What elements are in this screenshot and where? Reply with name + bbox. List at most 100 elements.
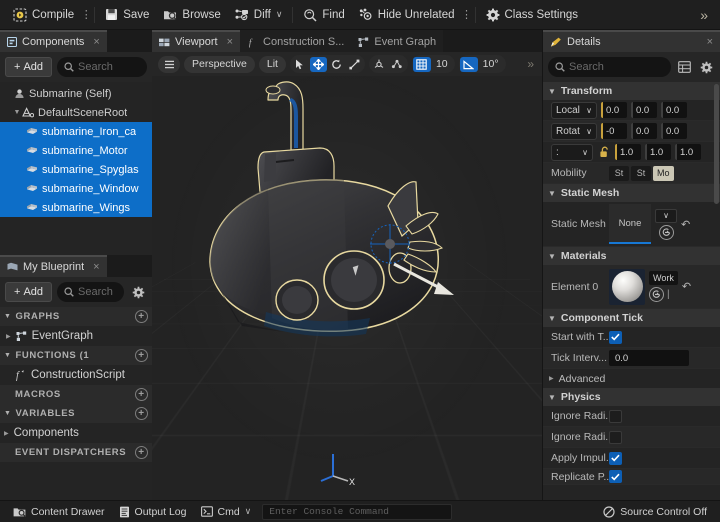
material-asset-name[interactable]: Work: [649, 271, 678, 285]
world-coords-tool-button[interactable]: [371, 57, 388, 72]
viewport-toolbar-overflow-button[interactable]: »: [527, 57, 536, 71]
blueprint-item-components[interactable]: ▶ Components: [0, 423, 152, 443]
section-functions[interactable]: ▼ FUNCTIONS (1 +: [0, 346, 152, 365]
details-scroll-area[interactable]: ▼ Transform Local ∨ 0.0 0.0 0.0: [543, 82, 720, 500]
move-tool-button[interactable]: [310, 57, 327, 72]
tab-details[interactable]: Details ×: [543, 30, 720, 52]
tree-item-submarine-spyglas[interactable]: submarine_Spyglas: [0, 160, 152, 179]
tree-item-submarine-self[interactable]: Submarine (Self): [0, 84, 152, 103]
section-static-mesh[interactable]: ▼ Static Mesh: [543, 184, 720, 202]
compile-options-button[interactable]: ⋮: [81, 3, 91, 27]
ignore-radial-impulse-checkbox[interactable]: [609, 431, 622, 444]
class-settings-button[interactable]: Class Settings: [479, 3, 586, 27]
material-sphere-thumbnail[interactable]: [609, 269, 645, 305]
find-button[interactable]: Find: [296, 3, 351, 27]
caret-right-icon[interactable]: ▶: [6, 333, 11, 340]
rotation-z-input[interactable]: 0.0: [661, 123, 687, 139]
view-mode-button[interactable]: Perspective: [184, 56, 255, 73]
tick-interval-input[interactable]: 0.0: [609, 350, 689, 366]
tab-viewport[interactable]: Viewport ×: [152, 30, 240, 52]
rotate-tool-button[interactable]: [328, 57, 345, 72]
compile-button[interactable]: Compile: [6, 3, 81, 27]
section-materials[interactable]: ▼ Materials: [543, 247, 720, 265]
viewport-3d[interactable]: X: [152, 76, 542, 500]
tree-item-defaultsceneroot[interactable]: ▼ DefaultSceneRoot: [0, 103, 152, 122]
rotation-y-input[interactable]: 0.0: [631, 123, 657, 139]
grid-snap-value[interactable]: 10: [431, 58, 454, 70]
apply-impulse-checkbox[interactable]: [609, 452, 622, 465]
unlock-icon[interactable]: [597, 145, 611, 159]
tab-my-blueprint[interactable]: My Blueprint ×: [0, 255, 107, 277]
angle-snap-control[interactable]: 10°: [459, 55, 506, 73]
static-mesh-asset-picker[interactable]: None: [609, 204, 651, 244]
section-variables[interactable]: ▼ VARIABLES +: [0, 404, 152, 423]
scale-x-input[interactable]: 1.0: [615, 144, 641, 160]
lit-mode-button[interactable]: Lit: [259, 56, 286, 73]
angle-snap-value[interactable]: 10°: [478, 58, 505, 70]
add-blueprint-item-button[interactable]: + Add: [5, 282, 52, 302]
static-mesh-reset-button[interactable]: ↶: [681, 218, 690, 231]
content-drawer-button[interactable]: Content Drawer: [6, 503, 112, 521]
browse-asset-icon[interactable]: [649, 287, 664, 302]
blueprint-item-eventgraph[interactable]: ▶ EventGraph: [0, 326, 152, 346]
tree-item-submarine-iron-ca[interactable]: submarine_Iron_ca: [0, 122, 152, 141]
start-with-tick-checkbox[interactable]: [609, 331, 622, 344]
tab-construction-script[interactable]: f Construction S...: [240, 30, 351, 52]
output-log-button[interactable]: Output Log: [112, 503, 194, 521]
column-settings-icon[interactable]: [675, 58, 693, 76]
section-macros[interactable]: MACROS +: [0, 385, 152, 404]
tab-event-graph[interactable]: Event Graph: [351, 30, 443, 52]
browse-button[interactable]: Browse: [156, 3, 227, 27]
scale-y-input[interactable]: 1.0: [645, 144, 671, 160]
mobility-stationary-button[interactable]: St: [631, 166, 651, 181]
view-options-icon[interactable]: [697, 58, 715, 76]
tab-components[interactable]: Components ×: [0, 30, 107, 52]
console-command-input[interactable]: Enter Console Command: [262, 504, 452, 520]
location-x-input[interactable]: 0.0: [601, 102, 627, 118]
mobility-static-button[interactable]: St: [609, 166, 629, 181]
save-button[interactable]: Save: [98, 3, 156, 27]
rotation-space-dropdown[interactable]: Rotat ∨: [551, 123, 597, 140]
diff-button[interactable]: Diff ∨: [228, 3, 290, 27]
close-icon[interactable]: ×: [93, 261, 99, 273]
section-transform[interactable]: ▼ Transform: [543, 82, 720, 100]
location-y-input[interactable]: 0.0: [631, 102, 657, 118]
source-control-button[interactable]: Source Control Off: [596, 503, 714, 521]
location-z-input[interactable]: 0.0: [661, 102, 687, 118]
add-function-button[interactable]: +: [135, 349, 148, 362]
scale-space-dropdown[interactable]: : ∨: [551, 144, 593, 161]
ignore-radial-force-checkbox[interactable]: [609, 410, 622, 423]
tree-item-submarine-wings[interactable]: submarine_Wings: [0, 198, 152, 217]
tree-item-submarine-motor[interactable]: submarine_Motor: [0, 141, 152, 160]
myblueprint-search-input[interactable]: Search: [57, 282, 124, 302]
rotation-x-input[interactable]: -0: [601, 123, 627, 139]
tree-item-submarine-window[interactable]: submarine_Window: [0, 179, 152, 198]
toolbar-overflow-button[interactable]: »: [694, 7, 714, 23]
details-scrollbar[interactable]: [714, 84, 719, 204]
replicate-physics-checkbox[interactable]: [609, 470, 622, 483]
close-icon[interactable]: ×: [93, 36, 99, 48]
close-icon[interactable]: ×: [707, 36, 713, 48]
section-physics[interactable]: ▼ Physics: [543, 388, 720, 406]
add-graph-button[interactable]: +: [135, 310, 148, 323]
section-component-tick[interactable]: ▼ Component Tick: [543, 309, 720, 327]
hide-unrelated-button[interactable]: Hide Unrelated: [352, 3, 462, 27]
section-event-dispatchers[interactable]: EVENT DISPATCHERS +: [0, 443, 152, 462]
subsection-advanced[interactable]: ▶ Advanced: [543, 369, 720, 388]
hide-unrelated-options-button[interactable]: ⋮: [462, 3, 472, 27]
components-search-input[interactable]: Search: [57, 57, 147, 77]
details-search-input[interactable]: Search: [548, 57, 671, 77]
submarine-model[interactable]: [202, 76, 492, 366]
mobility-movable-button[interactable]: Mo: [653, 166, 674, 181]
add-event-dispatcher-button[interactable]: +: [135, 446, 148, 459]
blueprint-settings-gear-icon[interactable]: [129, 283, 147, 301]
cmd-button[interactable]: Cmd ∨: [194, 503, 259, 521]
blueprint-item-constructionscript[interactable]: f ConstructionScript: [0, 365, 152, 385]
add-variable-button[interactable]: +: [135, 407, 148, 420]
static-mesh-dropdown-button[interactable]: ∨: [655, 209, 677, 223]
hamburger-icon[interactable]: [158, 56, 180, 73]
tree-twisty[interactable]: ▼: [12, 109, 22, 116]
scale-tool-button[interactable]: [346, 57, 363, 72]
scale-z-input[interactable]: 1.0: [675, 144, 701, 160]
location-space-dropdown[interactable]: Local ∨: [551, 102, 597, 119]
